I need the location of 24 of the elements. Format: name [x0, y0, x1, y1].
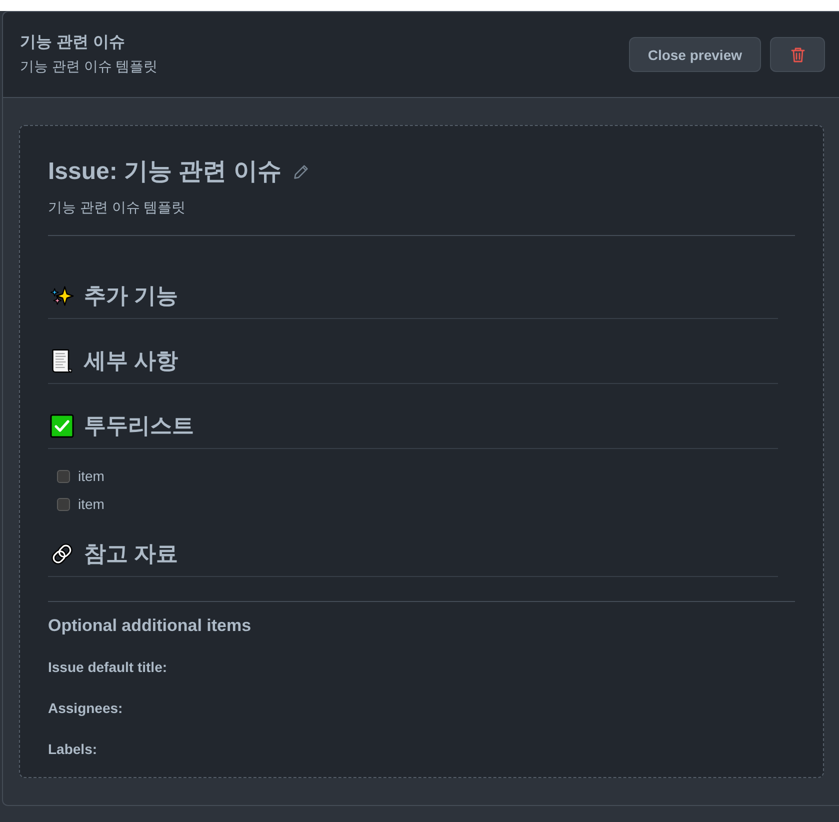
close-preview-button[interactable]: Close preview: [628, 37, 761, 72]
checklist-item-label: item: [78, 495, 104, 514]
checklist-item-label: item: [78, 467, 104, 486]
section-heading: 세부 사항: [84, 347, 178, 375]
trash-icon: [790, 46, 806, 62]
check-mark-icon: [50, 414, 74, 438]
section-heading: 투두리스트: [84, 412, 194, 440]
field-label: Labels:: [48, 740, 98, 759]
link-icon: [50, 542, 74, 566]
optional-items-heading: Optional additional items: [48, 615, 252, 637]
issue-description: 기능 관련 이슈 템플릿: [48, 198, 187, 217]
issue-title: Issue: 기능 관련 이슈: [48, 157, 282, 187]
checkbox[interactable]: [57, 470, 70, 482]
section-heading: 추가 기능: [84, 282, 178, 310]
template-title: 기능 관련 이슈: [20, 33, 126, 53]
pencil-icon[interactable]: [293, 164, 310, 180]
field-label: Assignees:: [48, 699, 124, 718]
delete-button[interactable]: [770, 37, 825, 72]
checkbox[interactable]: [57, 498, 70, 510]
document-icon: [50, 349, 74, 373]
sparkles-icon: [50, 284, 74, 308]
section-heading: 참고 자료: [84, 540, 178, 568]
template-subtitle: 기능 관련 이슈 템플릿: [20, 57, 158, 76]
field-label: Issue default title:: [48, 658, 168, 677]
